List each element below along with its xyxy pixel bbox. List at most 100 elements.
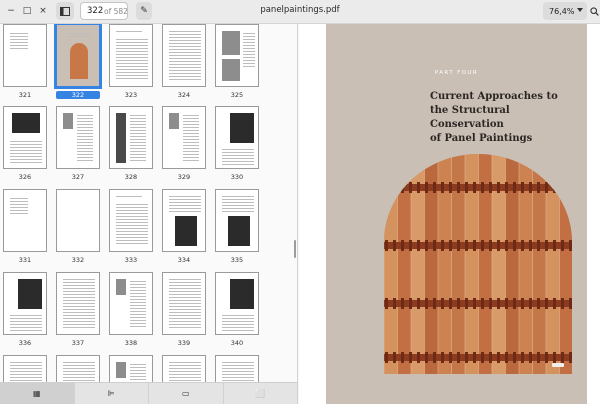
thumb-text-line <box>10 144 42 145</box>
thumb-text-line <box>183 136 199 137</box>
thumb-text-line <box>77 130 93 131</box>
page-thumbnail[interactable] <box>56 272 100 335</box>
batten-clip <box>401 352 404 363</box>
batten-clip <box>497 240 500 251</box>
thumb-image <box>230 279 254 309</box>
page-thumbnail[interactable] <box>215 189 259 252</box>
thumb-text-line <box>63 297 95 298</box>
thumbnail-page-number: 336 <box>18 339 32 347</box>
batten-clip <box>425 182 428 193</box>
batten-clip <box>529 298 532 309</box>
batten-clip <box>425 298 428 309</box>
thumb-text-line <box>243 63 255 64</box>
thumb-text-line <box>169 282 201 283</box>
document-view[interactable]: PART FOUR Current Approaches to the Stru… <box>299 24 600 404</box>
page-thumbnail[interactable] <box>109 24 153 87</box>
page-thumbnail[interactable] <box>215 272 259 335</box>
page-thumbnail[interactable] <box>109 272 153 335</box>
page-thumbnail[interactable] <box>56 24 100 87</box>
thumb-text-line <box>77 121 93 122</box>
thumb-text-line <box>169 365 201 366</box>
page-thumbnail[interactable] <box>162 272 206 335</box>
search-icon[interactable] <box>588 2 600 20</box>
page-thumbnail[interactable] <box>162 189 206 252</box>
title-line-3: of Panel Paintings <box>430 133 533 144</box>
thumb-text-line <box>130 139 146 140</box>
thumb-text-line <box>169 297 201 298</box>
thumb-text-line <box>116 39 148 40</box>
batten-clip <box>537 240 540 251</box>
thumb-image <box>169 113 179 129</box>
sidebar-resize-handle[interactable] <box>294 240 296 258</box>
bookmarks-tab[interactable]: ⬜ <box>224 383 298 404</box>
thumb-text-line <box>130 281 146 282</box>
annotations-tab[interactable]: ▭ <box>149 383 224 404</box>
title-line-1: Current Approaches to <box>430 91 558 102</box>
wood-strip <box>384 154 398 374</box>
thumb-text-line <box>183 139 199 140</box>
thumb-text-line <box>130 311 146 312</box>
thumb-text-line <box>169 196 201 197</box>
thumb-text-line <box>130 121 146 122</box>
thumb-text-line <box>169 312 201 313</box>
thumb-text-line <box>10 198 28 199</box>
batten-bar <box>384 242 572 249</box>
thumb-text-line <box>222 202 254 203</box>
thumb-text-line <box>169 211 201 212</box>
batten-clip <box>425 240 428 251</box>
thumb-text-line <box>169 208 201 209</box>
thumb-text-line <box>169 31 201 32</box>
batten-clip <box>449 298 452 309</box>
zoom-dropdown[interactable]: 76,4% <box>543 2 587 20</box>
page-thumbnail[interactable] <box>162 24 206 87</box>
thumb-text-line <box>130 326 146 327</box>
thumb-text-line <box>169 368 201 369</box>
page-thumbnail[interactable] <box>3 189 47 252</box>
thumb-text-line <box>169 61 201 62</box>
thumb-text-line <box>10 36 28 37</box>
thumb-text-line <box>169 34 201 35</box>
thumbnail-page-number: 324 <box>177 91 191 99</box>
batten-clip <box>481 240 484 251</box>
thumb-text-line <box>222 324 254 325</box>
page-thumbnail[interactable] <box>3 272 47 335</box>
thumb-image <box>116 362 126 378</box>
page-thumbnail[interactable] <box>109 106 153 169</box>
batten-clip <box>561 182 564 193</box>
thumbnails-tab[interactable]: ▦ <box>0 383 75 404</box>
thumb-text-line <box>222 205 254 206</box>
thumb-text-line <box>183 121 199 122</box>
thumb-text-line <box>63 362 95 363</box>
thumb-text-line <box>10 141 42 142</box>
thumb-text-line <box>169 362 201 363</box>
batten-clip <box>417 298 420 309</box>
thumbnail-page-number: 340 <box>230 339 244 347</box>
thumb-text-line <box>10 42 28 43</box>
thumb-text-line <box>130 145 146 146</box>
thumb-text-line <box>116 78 148 79</box>
batten-clip <box>569 298 572 309</box>
thumb-text-line <box>222 155 254 156</box>
thumb-text-line <box>222 164 254 165</box>
page-thumbnail[interactable] <box>162 106 206 169</box>
thumb-text-line <box>77 148 93 149</box>
thumb-image <box>222 59 240 81</box>
thumb-text-line <box>130 364 146 365</box>
thumb-text-line <box>183 115 199 116</box>
page-thumbnail[interactable] <box>3 106 47 169</box>
batten-clip <box>489 298 492 309</box>
outline-tab[interactable]: ⊫ <box>75 383 149 404</box>
page-thumbnail[interactable] <box>56 106 100 169</box>
thumb-text-line <box>222 161 254 162</box>
page-thumbnail[interactable] <box>56 189 100 252</box>
thumb-text-line <box>169 285 201 286</box>
page-thumbnail[interactable] <box>3 24 47 87</box>
thumbnail-page-number: 334 <box>177 256 191 264</box>
batten-clip <box>481 352 484 363</box>
page-thumbnail[interactable] <box>215 106 259 169</box>
thumbnail-sidebar[interactable]: 321 322 323 324 325 326 327 328 329 330 331 332 333 3… <box>0 24 298 404</box>
page-thumbnail[interactable] <box>215 24 259 87</box>
header-bar: − □ × 322 of 582 ✎ panelpaintings.pdf 76… <box>0 0 600 24</box>
page-thumbnail[interactable] <box>109 189 153 252</box>
thumb-text-line <box>243 51 255 52</box>
